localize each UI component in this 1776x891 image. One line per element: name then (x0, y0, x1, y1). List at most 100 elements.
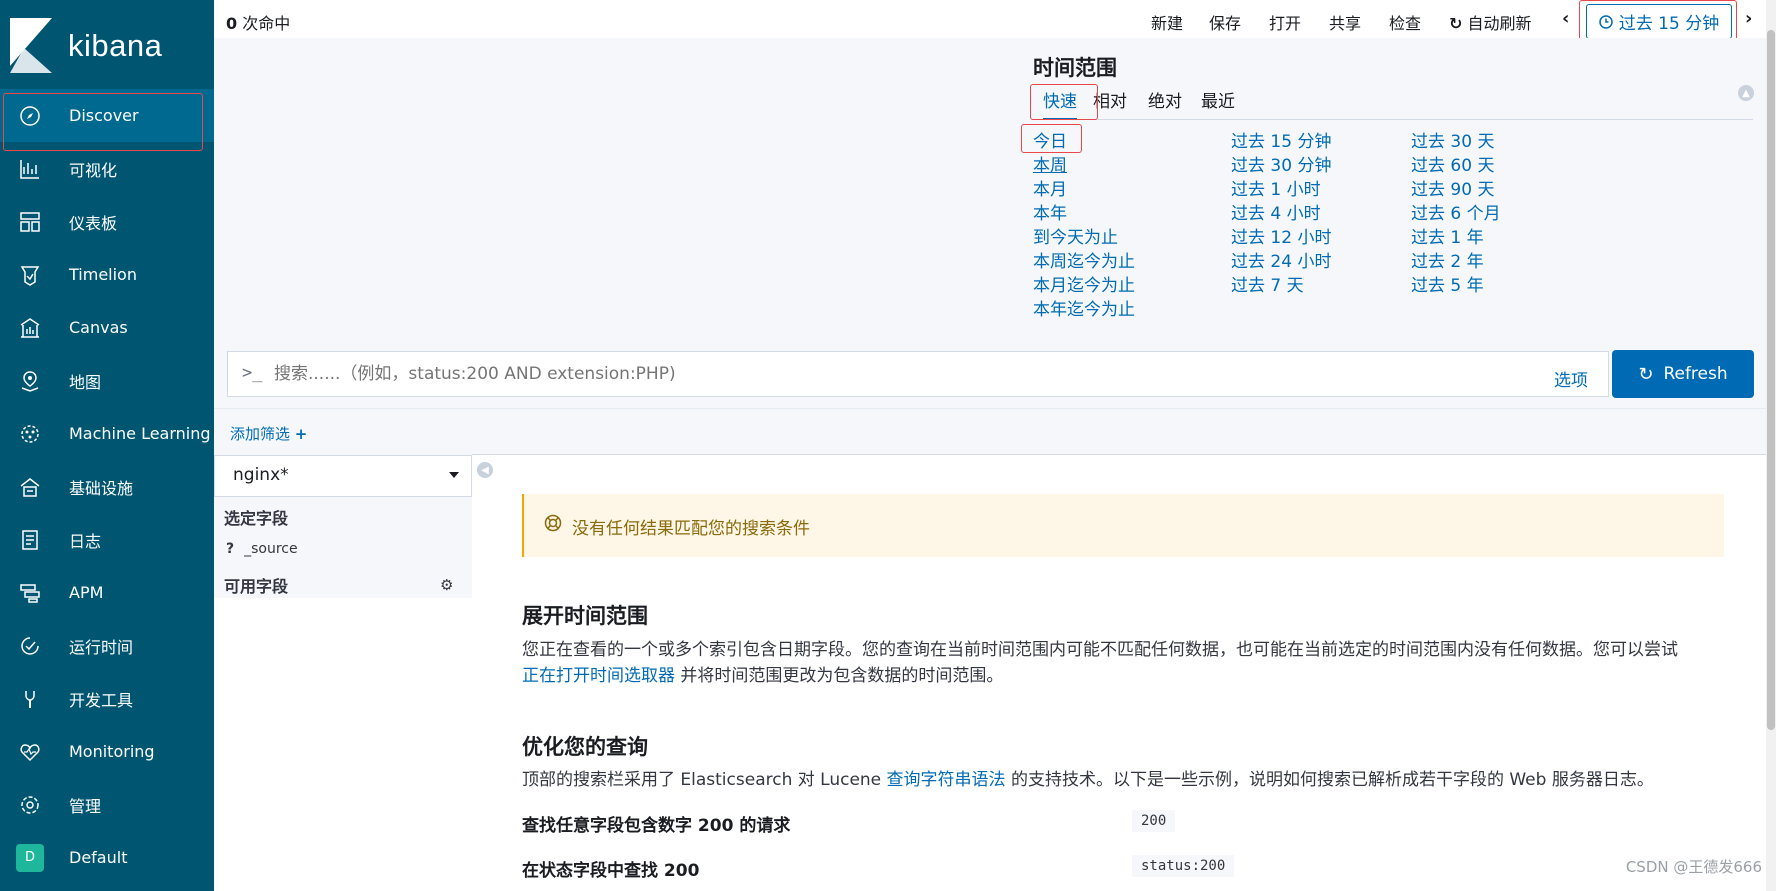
dashboard-icon (19, 211, 41, 233)
sidebar-item-management[interactable]: 管理 (0, 778, 214, 831)
infrastructure-icon (19, 476, 41, 498)
highlight-box-discover (3, 93, 203, 151)
gear-icon[interactable]: ⚙ (440, 576, 453, 594)
field-name: _source (244, 541, 298, 557)
query-syntax-link[interactable]: 查询字符串语法 (887, 770, 1006, 790)
sidebar-item-machine-learning[interactable]: Machine Learning (0, 407, 214, 460)
example-code: status:200 (1132, 855, 1235, 877)
refresh-icon: ↻ (1638, 363, 1654, 385)
time-range-panel: 时间范围 快速 相对 绝对 最近 今日 本周 本月 本年 到今天为止 本周迄今为… (214, 38, 1766, 339)
sidebar-item-maps[interactable]: 地图 (0, 354, 214, 407)
sidebar-item-infrastructure[interactable]: 基础设施 (0, 460, 214, 513)
visualize-icon (19, 158, 41, 180)
sidebar-item-apm[interactable]: APM (0, 566, 214, 619)
quick-link-5y[interactable]: 过去 5 年 (1411, 274, 1501, 298)
quick-link-60d[interactable]: 过去 60 天 (1411, 154, 1501, 178)
save-button[interactable]: 保存 (1209, 10, 1241, 34)
quick-link-4h[interactable]: 过去 4 小时 (1231, 202, 1331, 226)
dev-tools-icon (19, 688, 41, 710)
quick-link-2y[interactable]: 过去 2 年 (1411, 250, 1501, 274)
sidebar-item-label: Timelion (69, 265, 137, 284)
sidebar-item-label: Canvas (69, 318, 128, 337)
chevron-right-icon[interactable]: › (1745, 8, 1752, 29)
paragraph-tail: 并将时间范围更改为包含数据的时间范围。 (675, 666, 1004, 686)
quick-link-this-month[interactable]: 本月 (1033, 178, 1135, 202)
map-icon (19, 370, 41, 392)
quick-link-12h[interactable]: 过去 12 小时 (1231, 226, 1331, 250)
quick-link-1y[interactable]: 过去 1 年 (1411, 226, 1501, 250)
paragraph-tail: 的支持技术。以下是一些示例，说明如何搜索已解析成若干字段的 Web 服务器日志。 (1005, 770, 1654, 790)
sidebar-item-label: Machine Learning (69, 424, 211, 443)
help-icon (544, 514, 562, 532)
quick-link-this-week[interactable]: 本周 (1033, 154, 1135, 178)
search-options-link[interactable]: 选项 (1554, 366, 1588, 391)
field-item-source[interactable]: ? _source (226, 541, 298, 557)
uptime-icon (19, 635, 41, 657)
quick-link-24h[interactable]: 过去 24 小时 (1231, 250, 1331, 274)
quick-link-90d[interactable]: 过去 90 天 (1411, 178, 1501, 202)
quick-col-common: 今日 本周 本月 本年 到今天为止 本周迄今为止 本月迄今为止 本年迄今为止 (1033, 130, 1135, 322)
quick-link-this-year[interactable]: 本年 (1033, 202, 1135, 226)
sidebar-item-label: 仪表板 (69, 213, 118, 233)
sidebar-item-label: 运行时间 (69, 637, 134, 657)
filter-bar: 添加筛选 + (214, 408, 1766, 455)
sidebar-item-label: 管理 (69, 796, 102, 816)
caret-down-icon (449, 472, 459, 478)
quick-link-year-to-date[interactable]: 本年迄今为止 (1033, 298, 1135, 322)
add-filter-button[interactable]: 添加筛选 + (230, 423, 307, 444)
sidebar-item-canvas[interactable]: Canvas (0, 301, 214, 354)
sidebar-item-logs[interactable]: 日志 (0, 513, 214, 566)
selected-fields-header: 选定字段 (224, 509, 289, 528)
quick-link-30d[interactable]: 过去 30 天 (1411, 130, 1501, 154)
scrollbar-thumb[interactable] (1767, 30, 1775, 730)
tab-absolute[interactable]: 绝对 (1148, 87, 1182, 112)
hits-label: 次命中 (237, 14, 291, 33)
quick-link-7d[interactable]: 过去 7 天 (1231, 274, 1331, 298)
paragraph-text: 顶部的搜索栏采用了 Elasticsearch 对 Lucene (522, 770, 887, 790)
machine-learning-icon (19, 423, 41, 445)
sidebar-item-space-default[interactable]: D Default (0, 831, 214, 884)
quick-link-30m[interactable]: 过去 30 分钟 (1231, 154, 1331, 178)
collapse-up-icon[interactable]: ▲ (1738, 85, 1754, 101)
collapse-left-icon[interactable]: ◀ (477, 462, 493, 478)
search-box: >_ 选项 (227, 351, 1609, 397)
search-input[interactable] (272, 358, 1376, 390)
highlight-box-quick-tab (1030, 84, 1098, 120)
canvas-icon (19, 317, 41, 339)
quick-link-6mo[interactable]: 过去 6 个月 (1411, 202, 1501, 226)
refresh-icon: ↻ (1449, 14, 1463, 33)
sidebar-item-label: 日志 (69, 531, 102, 551)
sidebar-item-monitoring[interactable]: Monitoring (0, 725, 214, 778)
sidebar-item-dev-tools[interactable]: 开发工具 (0, 672, 214, 725)
auto-refresh-label: 自动刷新 (1467, 14, 1532, 33)
section-title-expand-time: 展开时间范围 (522, 604, 648, 628)
quick-link-week-to-date[interactable]: 本周迄今为止 (1033, 250, 1135, 274)
watermark: CSDN @王德发666 (1625, 858, 1762, 876)
quick-link-month-to-date[interactable]: 本月迄今为止 (1033, 274, 1135, 298)
gear-icon (19, 794, 41, 816)
new-button[interactable]: 新建 (1151, 10, 1183, 34)
tab-recent[interactable]: 最近 (1201, 87, 1235, 112)
console-prompt-icon: >_ (242, 363, 263, 383)
sidebar-item-dashboard[interactable]: 仪表板 (0, 195, 214, 248)
quick-link-1h[interactable]: 过去 1 小时 (1231, 178, 1331, 202)
quick-link-15m[interactable]: 过去 15 分钟 (1231, 130, 1331, 154)
quick-link-today-so-far[interactable]: 到今天为止 (1033, 226, 1135, 250)
auto-refresh-button[interactable]: ↻ 自动刷新 (1449, 10, 1532, 34)
open-button[interactable]: 打开 (1269, 10, 1301, 34)
chevron-left-icon[interactable]: ‹ (1562, 8, 1569, 29)
sidebar-item-uptime[interactable]: 运行时间 (0, 619, 214, 672)
timelion-icon (19, 264, 41, 286)
apm-icon (19, 582, 41, 604)
index-pattern-select[interactable]: nginx* (214, 455, 472, 497)
inspect-button[interactable]: 检查 (1389, 10, 1421, 34)
sidebar-item-timelion[interactable]: Timelion (0, 248, 214, 301)
share-button[interactable]: 共享 (1329, 10, 1361, 34)
tab-relative[interactable]: 相对 (1093, 87, 1127, 112)
kibana-logo[interactable]: kibana (10, 18, 162, 73)
refresh-button[interactable]: ↻ Refresh (1612, 350, 1754, 398)
sidebar-nav: Discover 可视化 仪表板 Timelion Canvas 地图 Mach… (0, 89, 214, 884)
kibana-logo-icon (10, 18, 52, 73)
index-pattern-name: nginx* (233, 465, 289, 485)
open-time-picker-link[interactable]: 正在打开时间选取器 (522, 666, 675, 686)
